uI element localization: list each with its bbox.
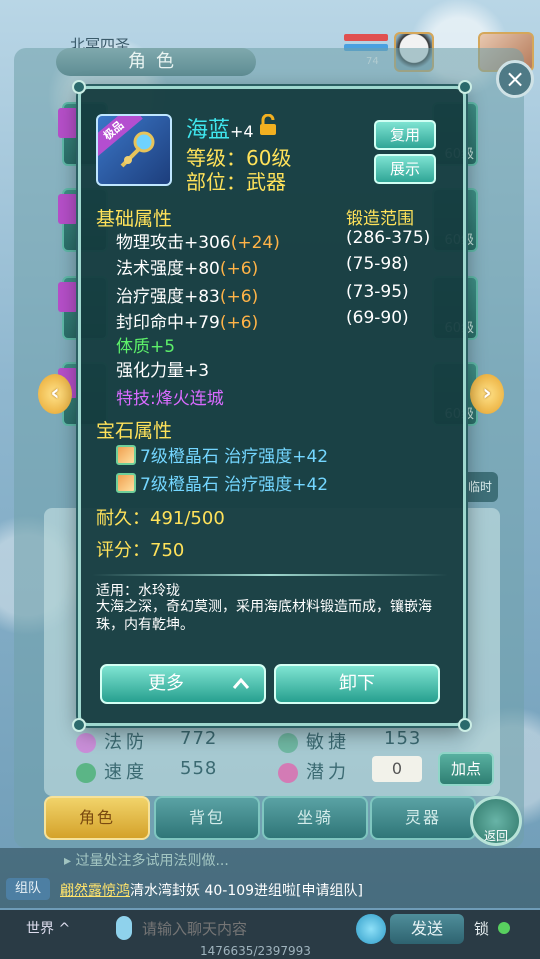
stat-agility-label: 敏捷 (278, 728, 350, 754)
extra-attr-white: 强化力量+3 (116, 361, 210, 381)
tab-spirit[interactable]: 灵器 (370, 796, 476, 840)
corner-ornament (72, 718, 86, 732)
gem-icon (116, 473, 136, 493)
emoji-icon[interactable] (356, 914, 386, 944)
unequip-button[interactable]: 卸下 (274, 664, 440, 704)
attr-line: 物理攻击+306(+24) (116, 233, 280, 253)
agility-icon (278, 733, 298, 753)
tab-mount[interactable]: 坐骑 (262, 796, 368, 840)
item-slot: 部位：武器 (186, 170, 286, 194)
add-point-button[interactable]: 加点 (438, 752, 494, 786)
stat-speed-label: 速度 (76, 758, 148, 784)
special-skill: 特技:烽火连城 (116, 389, 224, 409)
score: 评分：750 (96, 540, 185, 561)
attr-line: 封印命中+79(+6) (116, 313, 259, 333)
durability: 耐久：491/500 (96, 508, 225, 529)
prev-arrow-icon[interactable]: ‹ (38, 374, 72, 414)
send-button[interactable]: 发送 (390, 914, 464, 944)
gem-icon (116, 445, 136, 465)
usable-by: 适用：水玲珑 (96, 583, 180, 599)
unlock-icon[interactable] (258, 114, 278, 136)
back-button[interactable]: 返回 (470, 796, 522, 846)
attr-range: (69-90) (346, 308, 409, 328)
potential-icon (278, 763, 298, 783)
tab-bag[interactable]: 背包 (154, 796, 260, 840)
lock-toggle[interactable] (498, 922, 510, 934)
chat-sender-link[interactable]: 翩然露惊鸿 (60, 883, 130, 899)
chat-line-1: ▸ 过量处注多试用法则做... (64, 853, 229, 869)
weapon-icon (120, 131, 155, 168)
stat-speed-value: 558 (180, 758, 218, 779)
mic-icon[interactable] (116, 916, 132, 940)
stat-mdef-value: 772 (180, 728, 218, 749)
lock-label[interactable]: 锁 (474, 918, 489, 939)
chat-line-2: 翩然露惊鸿清水湾封妖 40-109进组啦[申请组队] (60, 883, 363, 899)
speed-icon (76, 763, 96, 783)
show-button[interactable]: 展示 (374, 154, 436, 184)
item-icon: 极品 (96, 114, 172, 186)
attr-range: (286-375) (346, 228, 431, 248)
attr-range: (73-95) (346, 282, 409, 302)
chat-channel-tag: 组队 (6, 878, 50, 900)
stat-potential-label: 潜力 (278, 758, 350, 784)
next-arrow-icon[interactable]: › (470, 374, 504, 414)
corner-ornament (458, 718, 472, 732)
base-attributes-title: 基础属性 (96, 208, 173, 230)
attr-line: 治疗强度+83(+6) (116, 287, 259, 307)
chevron-up-icon (232, 677, 250, 689)
gem-attributes-title: 宝石属性 (96, 420, 173, 442)
channel-select[interactable]: 世界 ^ (26, 918, 70, 938)
item-description: 大海之深，奇幻莫测，采用海底材料锻造而成，镶嵌海珠，内有乾坤。 (96, 599, 432, 633)
exp-counter: 1476635/2397993 (200, 944, 311, 958)
attr-range: (75-98) (346, 254, 409, 274)
item-name: 海蓝+4 (186, 118, 254, 143)
temp-button[interactable]: 临时 (462, 472, 498, 502)
mdef-icon (76, 733, 96, 753)
gem-line: 7级橙晶石 治疗强度+42 (116, 442, 328, 467)
stat-mdef-label: 法防 (76, 728, 148, 754)
panel-title: 角色 (56, 48, 256, 76)
extra-attr-green: 体质+5 (116, 337, 176, 357)
close-icon[interactable]: × (496, 60, 534, 98)
chat-input[interactable] (142, 914, 354, 944)
corner-ornament (72, 80, 86, 94)
divider (92, 574, 448, 576)
forge-range-title: 锻造范围 (346, 209, 414, 229)
gem-line: 7级橙晶石 治疗强度+42 (116, 470, 328, 495)
tab-character[interactable]: 角色 (44, 796, 150, 840)
stat-agility-value: 153 (384, 728, 422, 749)
potential-value: 0 (372, 756, 422, 782)
reuse-button[interactable]: 复用 (374, 120, 436, 150)
corner-ornament (458, 80, 472, 94)
attr-line: 法术强度+80(+6) (116, 259, 259, 279)
